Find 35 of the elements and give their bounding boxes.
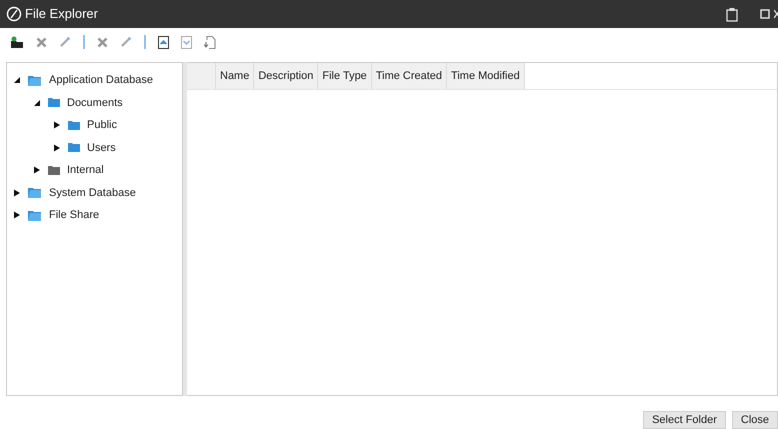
column-header[interactable]: Time Modified xyxy=(447,63,525,89)
delete-icon[interactable] xyxy=(97,36,108,48)
tree-item[interactable]: Users xyxy=(87,140,116,156)
dialog-button[interactable]: Close xyxy=(732,411,778,429)
tree-item[interactable]: Application Database xyxy=(49,72,153,88)
tree-item[interactable]: Public xyxy=(87,117,117,134)
logo-icon xyxy=(6,6,22,22)
delete-icon[interactable] xyxy=(36,36,47,48)
collapsed-arrow-icon[interactable] xyxy=(13,188,21,197)
collapsed-arrow-icon[interactable] xyxy=(53,144,61,152)
tree-item[interactable]: Documents xyxy=(67,94,123,111)
toolbar-separator xyxy=(144,35,146,49)
new-folder-icon[interactable] xyxy=(10,36,24,48)
tree-item[interactable]: Internal xyxy=(67,162,104,178)
column-header[interactable]: Description xyxy=(254,63,318,89)
window-title: File Explorer xyxy=(25,5,98,24)
database-folder-icon xyxy=(27,74,43,87)
dialog-button[interactable]: Select Folder xyxy=(643,411,726,429)
close-icon[interactable] xyxy=(774,9,778,19)
column-header[interactable]: Name xyxy=(216,63,254,89)
database-folder-icon xyxy=(27,208,43,222)
expanded-arrow-icon[interactable] xyxy=(33,98,41,107)
collapsed-arrow-icon[interactable] xyxy=(33,166,41,174)
expanded-arrow-icon[interactable] xyxy=(13,76,21,84)
tree-item[interactable]: File Share xyxy=(49,207,100,224)
clipboard-icon[interactable] xyxy=(726,6,738,22)
database-folder-icon xyxy=(27,186,43,200)
collapsed-arrow-icon[interactable] xyxy=(53,121,61,130)
toolbar-separator xyxy=(83,35,85,49)
tree-item[interactable]: System Database xyxy=(49,184,136,201)
column-header[interactable]: Time Created xyxy=(372,63,448,89)
column-header[interactable]: File Type xyxy=(318,63,372,89)
maximize-icon[interactable] xyxy=(760,9,770,19)
collapsed-arrow-icon[interactable] xyxy=(13,211,21,220)
document-arrow-icon[interactable] xyxy=(204,36,216,48)
